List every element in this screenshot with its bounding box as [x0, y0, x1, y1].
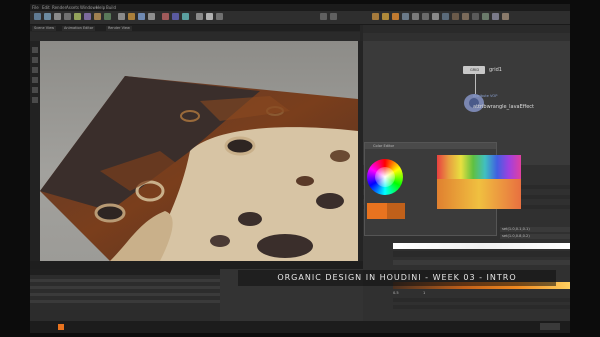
null-tool-icon[interactable]	[148, 13, 155, 20]
play-icon[interactable]	[58, 324, 64, 330]
color-palette-grid[interactable]	[437, 155, 521, 179]
create-sphere-icon[interactable]	[44, 13, 51, 20]
scene-viewport[interactable]	[40, 41, 358, 261]
timeline-bar[interactable]	[30, 261, 363, 269]
handle-tool-icon[interactable]	[32, 87, 38, 93]
color-swatch-previous[interactable]	[387, 203, 405, 219]
table-row	[30, 286, 220, 289]
tab-scene-view[interactable]: Scene View	[32, 26, 57, 31]
param-field-row[interactable]	[393, 260, 570, 265]
create-spray-icon[interactable]	[104, 13, 111, 20]
rigging-tool-icon[interactable]	[162, 13, 169, 20]
viewport-toolbar	[30, 32, 360, 41]
viewport-left-toolbar	[30, 41, 40, 261]
menu-file[interactable]: File	[32, 5, 39, 10]
param-field-2-value: set(1.0,0.8,0.2)	[502, 234, 530, 238]
create-curve-icon[interactable]	[84, 13, 91, 20]
color-editor-dialog[interactable]: Color Editor	[364, 142, 521, 236]
geometry-spreadsheet	[30, 269, 220, 321]
menu-assets[interactable]: Assets	[66, 5, 79, 10]
node-grid1-tag: GRID	[470, 68, 480, 72]
node-wire	[475, 74, 476, 94]
color-wheel[interactable]	[367, 159, 403, 195]
color-sliders[interactable]	[437, 179, 521, 209]
collision-tool-icon[interactable]	[216, 13, 223, 20]
fluids-tool-icon[interactable]	[182, 13, 189, 20]
create-box-icon[interactable]	[34, 13, 41, 20]
ramp-track[interactable]	[393, 251, 570, 257]
create-grid-icon[interactable]	[74, 13, 81, 20]
menu-build[interactable]: Build	[106, 5, 116, 10]
tab-render-view[interactable]: Render View	[106, 26, 132, 31]
camera-tool-icon[interactable]	[138, 13, 145, 20]
scale-tool-icon[interactable]	[32, 77, 38, 83]
param-field-1-value: set(1.0,0.1,0.1)	[502, 227, 530, 231]
spreadsheet-tabs	[30, 269, 220, 275]
table-row	[30, 300, 220, 303]
ramp-white[interactable]	[393, 243, 570, 249]
create-path-icon[interactable]	[94, 13, 101, 20]
indirect-light-icon[interactable]	[442, 13, 449, 20]
create-tube-icon[interactable]	[54, 13, 61, 20]
tab-animation-editor[interactable]: Animation Editor	[62, 26, 96, 31]
param-field-1[interactable]: set(1.0,0.1,0.1)	[500, 227, 570, 232]
param-field-2[interactable]: set(1.0,0.8,0.2)	[500, 234, 570, 239]
menu-render[interactable]: Render	[52, 5, 66, 10]
switcher-icon[interactable]	[502, 13, 509, 20]
network-tab-bar	[363, 25, 570, 33]
sky-light-icon[interactable]	[432, 13, 439, 20]
node-vop-label: attribwrangle_lavaEffect	[473, 104, 534, 110]
point-light-icon[interactable]	[372, 13, 379, 20]
param-row	[393, 298, 570, 302]
dialog-title: Color Editor	[373, 144, 395, 148]
network-path-bar	[363, 33, 570, 41]
move-tool-icon[interactable]	[32, 57, 38, 63]
select-tool-icon[interactable]	[32, 47, 38, 53]
particles-tool-icon[interactable]	[172, 13, 179, 20]
menu-bar: File Edit Render Assets Windows Help Bui…	[30, 4, 570, 11]
viewport-tab-bar: Scene View Animation Editor Render View	[30, 25, 360, 31]
menu-help[interactable]: Help	[96, 5, 105, 10]
ambient-light-icon[interactable]	[472, 13, 479, 20]
portal-light-icon[interactable]	[462, 13, 469, 20]
param-value-1: 0.5	[393, 291, 399, 295]
camera-icon[interactable]	[482, 13, 489, 20]
light-tool-icon[interactable]	[128, 13, 135, 20]
pose-tool-icon[interactable]	[32, 97, 38, 103]
video-caption: ORGANIC DESIGN IN HOUDINI - WEEK 03 - IN…	[238, 270, 556, 286]
caustic-light-icon[interactable]	[452, 13, 459, 20]
color-swatch-current[interactable]	[367, 203, 387, 219]
color-wheel-center	[375, 167, 395, 187]
param-value-2: 1	[423, 291, 426, 295]
font-tool-icon[interactable]	[118, 13, 125, 20]
rotate-tool-icon[interactable]	[32, 67, 38, 73]
update-mode-button[interactable]	[540, 323, 560, 330]
node-vop-type: Attribute VOP	[473, 94, 498, 98]
table-row	[30, 293, 220, 296]
distant-light-icon[interactable]	[412, 13, 419, 20]
area-light-icon[interactable]	[392, 13, 399, 20]
lava-terrain	[40, 76, 358, 261]
param-row	[393, 305, 570, 309]
status-bar	[30, 321, 570, 333]
vr-camera-icon[interactable]	[492, 13, 499, 20]
node-grid1[interactable]: GRID	[463, 66, 485, 74]
menu-edit[interactable]: Edit	[42, 5, 50, 10]
geometry-light-icon[interactable]	[402, 13, 409, 20]
lighting-tool-icon[interactable]	[206, 13, 213, 20]
table-row	[30, 279, 220, 282]
create-torus-icon[interactable]	[64, 13, 71, 20]
shelf-tool-icon[interactable]	[330, 13, 337, 20]
dialog-titlebar: Color Editor	[365, 143, 496, 149]
render-tool-icon[interactable]	[196, 13, 203, 20]
environment-light-icon[interactable]	[422, 13, 429, 20]
shelf-tool-icon[interactable]	[320, 13, 327, 20]
caption-text: ORGANIC DESIGN IN HOUDINI - WEEK 03 - IN…	[277, 273, 517, 282]
shelf-toolbar	[30, 11, 570, 25]
node-grid1-label: grid1	[489, 67, 502, 73]
spot-light-icon[interactable]	[382, 13, 389, 20]
